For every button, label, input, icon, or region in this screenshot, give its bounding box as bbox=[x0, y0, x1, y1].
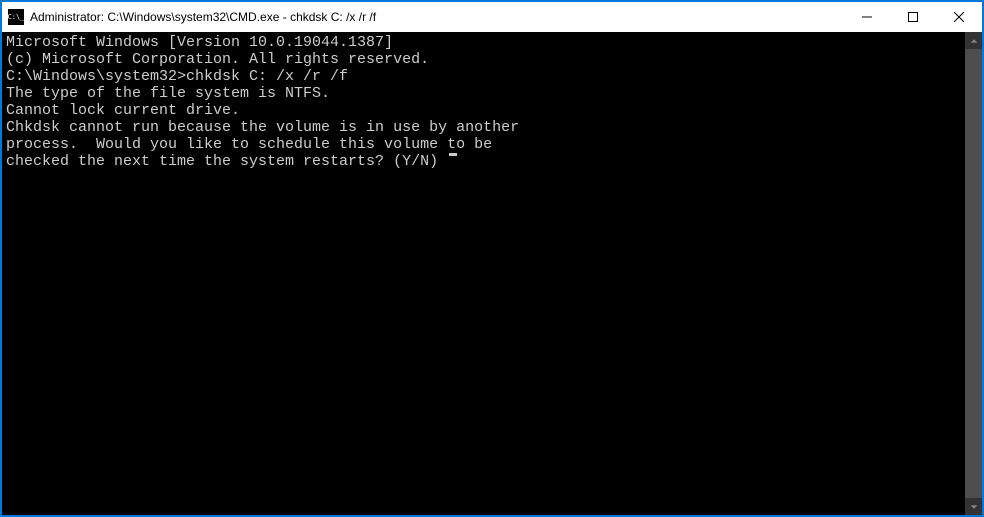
console-body: Microsoft Windows [Version 10.0.19044.13… bbox=[2, 32, 982, 515]
scrollbar-down-button[interactable] bbox=[965, 498, 982, 515]
scrollbar-thumb[interactable] bbox=[965, 49, 982, 498]
console-line: checked the next time the system restart… bbox=[6, 153, 447, 170]
cmd-icon bbox=[8, 9, 24, 25]
console-line: (c) Microsoft Corporation. All rights re… bbox=[6, 51, 961, 68]
chevron-up-icon bbox=[970, 37, 978, 45]
console-line: Chkdsk cannot run because the volume is … bbox=[6, 119, 961, 136]
window-controls bbox=[844, 2, 982, 32]
titlebar[interactable]: Administrator: C:\Windows\system32\CMD.e… bbox=[2, 2, 982, 32]
close-icon bbox=[954, 12, 964, 22]
console-line: Microsoft Windows [Version 10.0.19044.13… bbox=[6, 34, 961, 51]
close-button[interactable] bbox=[936, 2, 982, 32]
scrollbar-up-button[interactable] bbox=[965, 32, 982, 49]
cursor bbox=[449, 153, 457, 156]
window: Administrator: C:\Windows\system32\CMD.e… bbox=[1, 1, 983, 516]
console-line: C:\Windows\system32>chkdsk C: /x /r /f bbox=[6, 68, 961, 85]
maximize-icon bbox=[908, 12, 918, 22]
console-line: Cannot lock current drive. bbox=[6, 102, 961, 119]
console-line: process. Would you like to schedule this… bbox=[6, 136, 961, 153]
console-output[interactable]: Microsoft Windows [Version 10.0.19044.13… bbox=[2, 32, 965, 515]
maximize-button[interactable] bbox=[890, 2, 936, 32]
console-prompt-line: checked the next time the system restart… bbox=[6, 153, 961, 170]
console-line: The type of the file system is NTFS. bbox=[6, 85, 961, 102]
window-title: Administrator: C:\Windows\system32\CMD.e… bbox=[30, 10, 844, 24]
minimize-icon bbox=[862, 12, 872, 22]
chevron-down-icon bbox=[970, 503, 978, 511]
scrollbar-track[interactable] bbox=[965, 49, 982, 498]
vertical-scrollbar[interactable] bbox=[965, 32, 982, 515]
minimize-button[interactable] bbox=[844, 2, 890, 32]
